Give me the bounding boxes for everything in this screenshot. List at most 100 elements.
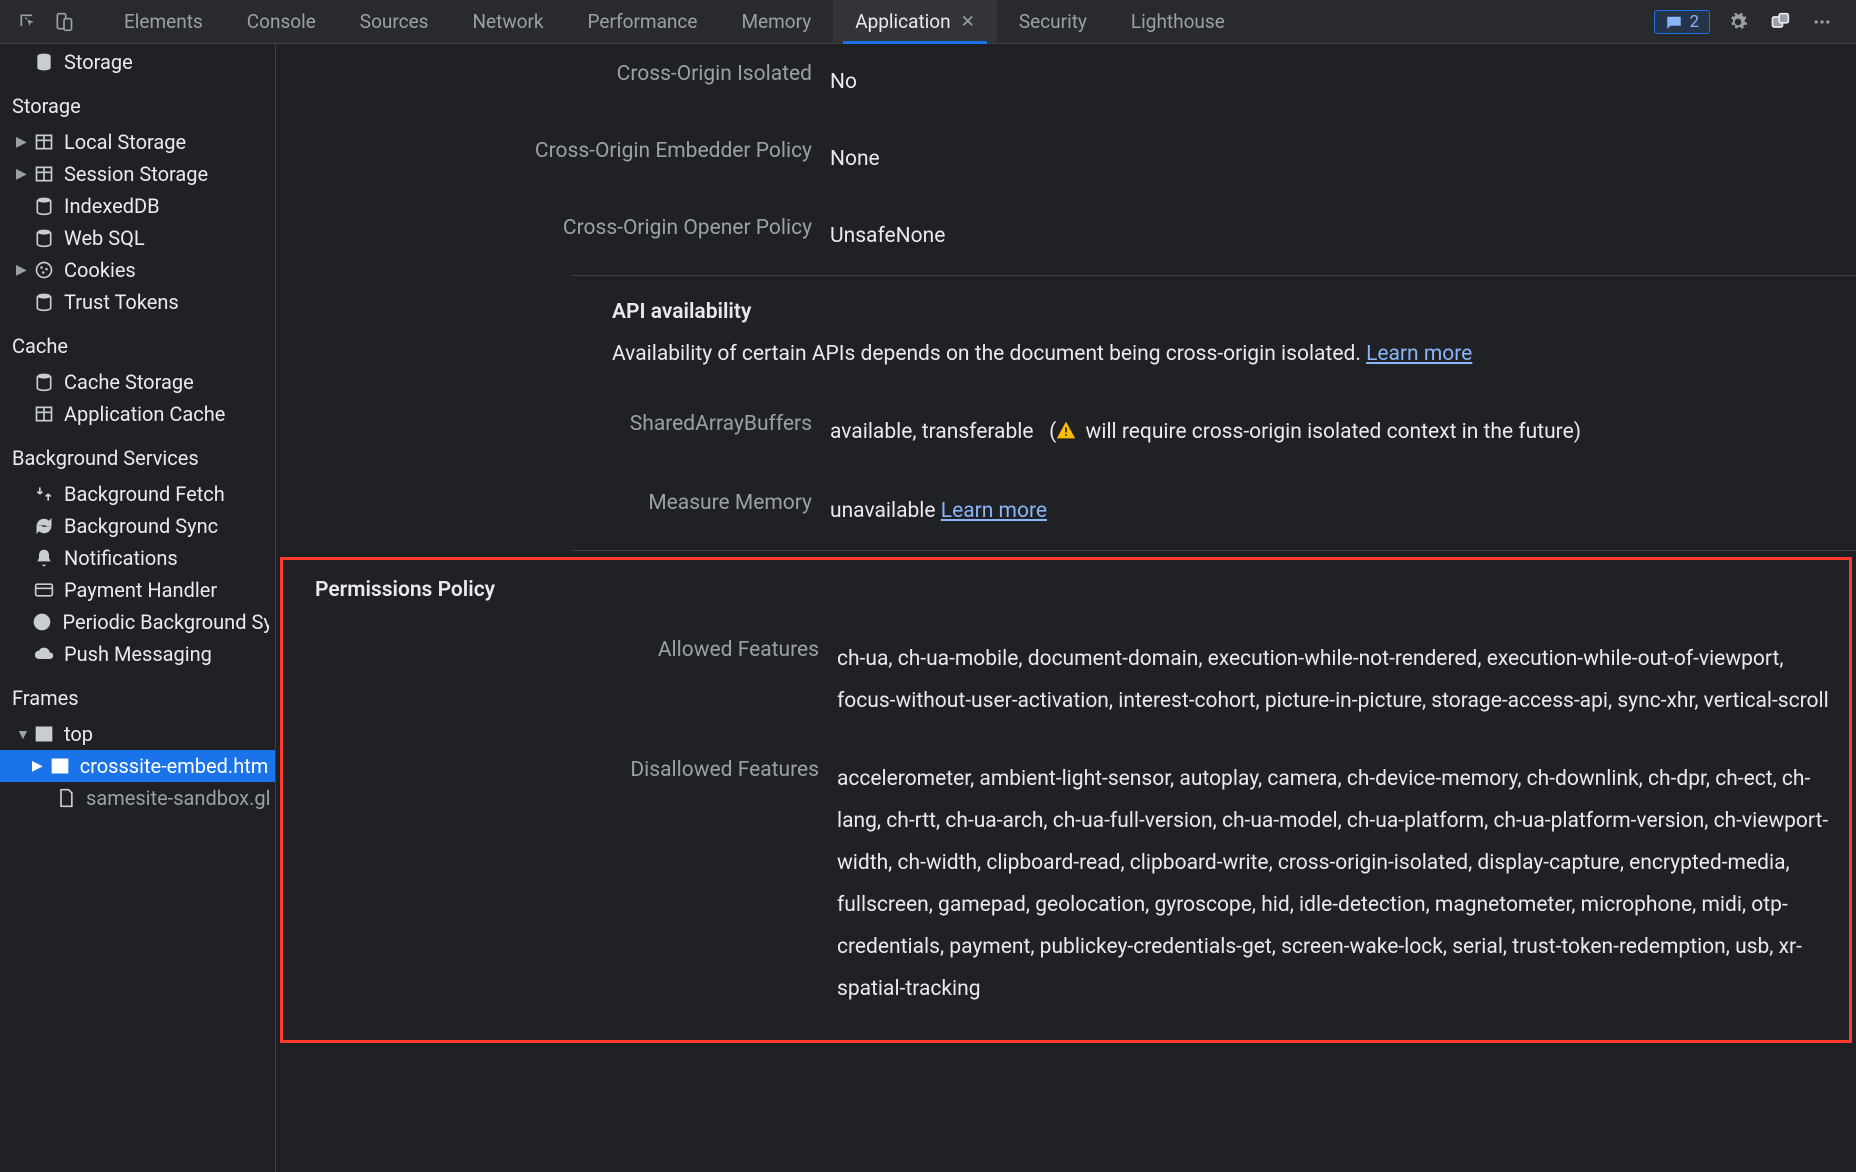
sidebar-item-app-cache[interactable]: Application Cache (0, 398, 275, 430)
learn-more-link[interactable]: Learn more (941, 499, 1047, 523)
application-content[interactable]: Cross-Origin Isolated No Cross-Origin Em… (276, 44, 1856, 1172)
panel-tabs: Elements Console Sources Network Perform… (102, 0, 1247, 43)
tab-label: Network (472, 10, 543, 33)
field-value: UnsafeNone (830, 216, 1856, 257)
tab-lighthouse[interactable]: Lighthouse (1109, 0, 1247, 43)
field-label: Measure Memory (276, 491, 830, 515)
tab-label: Security (1019, 10, 1087, 33)
chevron-right-icon: ▶ (32, 758, 46, 774)
sync-icon (32, 514, 56, 538)
learn-more-link[interactable]: Learn more (1366, 342, 1472, 366)
cloud-icon (32, 642, 56, 666)
sab-extra: will require cross-origin isolated conte… (1080, 420, 1581, 444)
close-icon[interactable]: ✕ (961, 12, 975, 32)
item-label: Storage (64, 50, 133, 74)
more-icon[interactable] (1808, 8, 1836, 36)
divider (572, 550, 1856, 551)
fetch-icon (32, 482, 56, 506)
field-value: None (830, 139, 1856, 180)
sab-value: available, transferable (830, 420, 1034, 444)
tab-performance[interactable]: Performance (566, 0, 720, 43)
sidebar-item-websql[interactable]: Web SQL (0, 222, 275, 254)
tab-label: Performance (588, 10, 698, 33)
row-measure-memory: Measure Memory unavailable Learn more (276, 473, 1856, 550)
embed-icon (48, 754, 72, 778)
tab-memory[interactable]: Memory (719, 0, 833, 43)
sidebar-item-indexeddb[interactable]: IndexedDB (0, 190, 275, 222)
tab-console[interactable]: Console (225, 0, 338, 43)
sidebar-item-push-messaging[interactable]: Push Messaging (0, 638, 275, 670)
devtools-tabbar: Elements Console Sources Network Perform… (0, 0, 1856, 44)
tab-label: Console (247, 10, 316, 33)
frame-samesite[interactable]: samesite-sandbox.glitch (0, 782, 275, 814)
database-icon (32, 226, 56, 250)
database-icon (32, 370, 56, 394)
permissions-policy-highlight: Permissions Policy Allowed Features ch-u… (280, 557, 1852, 1043)
inspect-element-icon[interactable] (14, 8, 42, 36)
sidebar-item-trust-tokens[interactable]: Trust Tokens (0, 286, 275, 318)
chevron-right-icon: ▶ (16, 166, 30, 182)
sidebar-item-bg-fetch[interactable]: Background Fetch (0, 478, 275, 510)
sidebar-item-cookies[interactable]: ▶ Cookies (0, 254, 275, 286)
row-sharedarraybuffers: SharedArrayBuffers available, transferab… (276, 394, 1856, 473)
item-label: Push Messaging (64, 642, 212, 666)
frame-top[interactable]: ▼ top (0, 718, 275, 750)
device-toggle-icon[interactable] (50, 8, 78, 36)
cookie-icon (32, 258, 56, 282)
tab-security[interactable]: Security (997, 0, 1109, 43)
tab-sources[interactable]: Sources (338, 0, 451, 43)
sidebar-item-periodic-sync[interactable]: Periodic Background Sync (0, 606, 275, 638)
field-label: SharedArrayBuffers (276, 412, 830, 436)
tab-label: Memory (741, 10, 811, 33)
item-label: IndexedDB (64, 194, 160, 218)
section-description: Availability of certain APIs depends on … (612, 342, 1856, 366)
sidebar-item-app-storage[interactable]: Storage (0, 46, 275, 78)
inspect-tools (0, 8, 92, 36)
document-icon (54, 786, 78, 810)
field-label: Cross-Origin Opener Policy (276, 216, 830, 240)
tabbar-actions: 2 (1654, 8, 1856, 36)
gear-icon[interactable] (1724, 8, 1752, 36)
desc-text: Availability of certain APIs depends on … (612, 342, 1366, 366)
row-cross-origin-isolated: Cross-Origin Isolated No (276, 44, 1856, 121)
database-icon (32, 50, 56, 74)
item-label: samesite-sandbox.glitch (86, 786, 269, 810)
item-label: Notifications (64, 546, 178, 570)
section-storage: Storage (0, 78, 275, 126)
dock-icon[interactable] (1766, 8, 1794, 36)
row-disallowed-features: Disallowed Features accelerometer, ambie… (283, 740, 1849, 1028)
item-label: top (64, 722, 93, 746)
section-cache: Cache (0, 318, 275, 366)
tab-label: Sources (360, 10, 429, 33)
table-icon (32, 162, 56, 186)
mm-value: unavailable (830, 499, 941, 523)
section-title: API availability (612, 300, 1856, 324)
application-sidebar[interactable]: Storage Storage ▶ Local Storage ▶ Sessio… (0, 44, 276, 1172)
item-label: Trust Tokens (64, 290, 179, 314)
item-label: crosssite-embed.html (80, 754, 269, 778)
sidebar-item-local-storage[interactable]: ▶ Local Storage (0, 126, 275, 158)
item-label: Local Storage (64, 130, 186, 154)
row-allowed-features: Allowed Features ch-ua, ch-ua-mobile, do… (283, 620, 1849, 740)
sidebar-item-notifications[interactable]: Notifications (0, 542, 275, 574)
field-value: No (830, 62, 1856, 103)
chevron-right-icon: ▶ (16, 262, 30, 278)
item-label: Application Cache (64, 402, 225, 426)
item-label: Cookies (64, 258, 136, 282)
item-label: Cache Storage (64, 370, 194, 394)
field-label: Cross-Origin Embedder Policy (276, 139, 830, 163)
sidebar-item-cache-storage[interactable]: Cache Storage (0, 366, 275, 398)
database-icon (32, 290, 56, 314)
database-icon (32, 194, 56, 218)
chevron-right-icon: ▶ (16, 134, 30, 150)
issues-badge[interactable]: 2 (1654, 10, 1710, 34)
frame-crosssite[interactable]: ▶ crosssite-embed.html (0, 750, 275, 782)
sidebar-item-bg-sync[interactable]: Background Sync (0, 510, 275, 542)
sidebar-item-session-storage[interactable]: ▶ Session Storage (0, 158, 275, 190)
warning-icon (1056, 414, 1076, 455)
tab-network[interactable]: Network (450, 0, 565, 43)
tab-application[interactable]: Application✕ (833, 0, 997, 43)
clock-icon (30, 610, 54, 634)
tab-elements[interactable]: Elements (102, 0, 225, 43)
sidebar-item-payment-handler[interactable]: Payment Handler (0, 574, 275, 606)
